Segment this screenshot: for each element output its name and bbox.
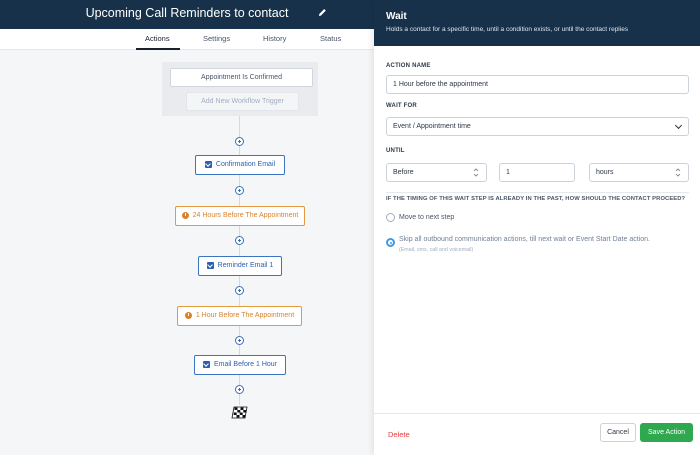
workflow-tabs: Actions Settings History Status xyxy=(0,29,374,50)
option-skip-label[interactable]: Skip all outbound communication actions,… xyxy=(399,236,650,243)
tab-status[interactable]: Status xyxy=(320,34,341,43)
until-when-select[interactable]: Before xyxy=(386,163,487,182)
step-label: Confirmation Email xyxy=(215,161,276,168)
until-amount-input[interactable]: 1 xyxy=(499,163,575,182)
until-label: UNTIL xyxy=(386,148,405,154)
add-step-plus-icon[interactable] xyxy=(235,236,244,245)
step-label: 24 Hours Before The Appointment xyxy=(192,212,299,219)
step-reminder-email-1[interactable]: Reminder Email 1 xyxy=(198,256,282,276)
step-label: Email Before 1 Hour xyxy=(213,361,278,368)
footer-divider xyxy=(374,413,700,414)
until-when-value: Before xyxy=(393,169,414,176)
radio-move-to-next-step[interactable] xyxy=(386,213,395,222)
radio-skip-outbound[interactable] xyxy=(386,238,395,247)
clock-icon xyxy=(181,212,189,219)
panel-header: Wait Holds a contact for a specific time… xyxy=(374,0,700,46)
tab-settings[interactable]: Settings xyxy=(203,34,230,43)
trigger-appointment-confirmed[interactable]: Appointment Is Confirmed xyxy=(170,68,313,87)
step-email-before-1-hour[interactable]: Email Before 1 Hour xyxy=(194,355,286,375)
tab-history[interactable]: History xyxy=(263,34,286,43)
option-skip-note: (Email, sms, call and voicemail) xyxy=(399,247,474,253)
until-unit-value: hours xyxy=(596,169,614,176)
cancel-button[interactable]: Cancel xyxy=(600,423,636,442)
past-timing-question: IF THE TIMING OF THIS WAIT STEP IS ALREA… xyxy=(386,196,686,202)
save-action-button[interactable]: Save Action xyxy=(640,423,693,442)
action-name-label: ACTION NAME xyxy=(386,63,431,69)
step-label: 1 Hour Before The Appointment xyxy=(195,312,295,319)
add-step-plus-icon[interactable] xyxy=(235,186,244,195)
up-down-arrows-icon xyxy=(675,168,681,177)
step-wait-1-hour[interactable]: 1 Hour Before The Appointment xyxy=(177,306,302,326)
chevron-down-icon xyxy=(674,121,683,130)
add-step-plus-icon[interactable] xyxy=(235,137,244,146)
wait-for-select[interactable]: Event / Appointment time xyxy=(386,117,689,136)
clock-icon xyxy=(184,312,192,319)
step-confirmation-email[interactable]: Confirmation Email xyxy=(195,155,285,175)
panel-subtitle: Holds a contact for a specific time, unt… xyxy=(386,26,629,33)
tab-actions[interactable]: Actions xyxy=(145,34,170,43)
envelope-icon xyxy=(206,262,214,269)
panel-title: Wait xyxy=(386,11,407,22)
wait-for-label: WAIT FOR xyxy=(386,103,417,109)
checkered-flag-icon xyxy=(231,406,248,419)
envelope-icon xyxy=(204,161,212,168)
delete-button[interactable]: Delete xyxy=(388,430,410,439)
option-move-label[interactable]: Move to next step xyxy=(399,214,454,221)
step-label: Reminder Email 1 xyxy=(217,262,274,269)
pencil-icon[interactable] xyxy=(318,7,327,18)
until-unit-select[interactable]: hours xyxy=(589,163,689,182)
up-down-arrows-icon xyxy=(473,168,479,177)
add-trigger-button[interactable]: Add New Workflow Trigger xyxy=(186,92,299,111)
active-tab-indicator xyxy=(136,48,180,50)
action-name-input[interactable]: 1 Hour before the appointment xyxy=(386,75,689,94)
step-wait-24-hours[interactable]: 24 Hours Before The Appointment xyxy=(175,206,305,226)
wait-for-value: Event / Appointment time xyxy=(393,123,471,130)
add-step-plus-icon[interactable] xyxy=(235,385,244,394)
workflow-header: Upcoming Call Reminders to contact xyxy=(0,0,374,29)
add-step-plus-icon[interactable] xyxy=(235,286,244,295)
envelope-icon xyxy=(202,361,210,368)
section-divider xyxy=(386,192,689,193)
add-step-plus-icon[interactable] xyxy=(235,336,244,345)
